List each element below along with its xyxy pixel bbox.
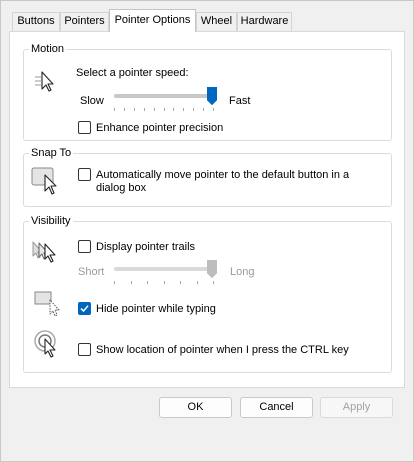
slider-tick xyxy=(164,281,165,284)
slider-tick xyxy=(213,108,214,111)
speed-slow-label: Slow xyxy=(80,95,104,107)
slider-tick xyxy=(203,108,204,111)
snap-to-title: Snap To xyxy=(29,147,74,160)
speed-fast-label: Fast xyxy=(229,95,251,107)
slider-tick xyxy=(124,108,125,111)
tab-panel: Motion Select a pointer speed: Slow Fast… xyxy=(9,31,405,388)
slider-tick xyxy=(131,281,132,284)
pointer-speed-icon xyxy=(35,71,54,92)
visibility-group: Visibility Display pointer trails Short … xyxy=(23,215,392,373)
slider-tick xyxy=(164,108,165,111)
tab-pointer-options[interactable]: Pointer Options xyxy=(109,9,196,32)
apply-button[interactable]: Apply xyxy=(320,397,393,418)
snap-to-label-line2: dialog box xyxy=(96,182,147,194)
hide-pointer-icon xyxy=(34,291,60,317)
pointer-trails-icon xyxy=(32,241,56,263)
motion-group: Motion Select a pointer speed: Slow Fast… xyxy=(23,43,392,141)
snap-to-checkbox[interactable] xyxy=(78,168,91,181)
snap-to-icon xyxy=(31,167,57,195)
hide-pointer-label: Hide pointer while typing xyxy=(96,303,216,315)
enhance-precision-label: Enhance pointer precision xyxy=(96,122,224,134)
slider-tick xyxy=(134,108,135,111)
motion-title: Motion xyxy=(29,43,67,56)
speed-slider-thumb[interactable] xyxy=(207,87,217,105)
trail-short-label: Short xyxy=(78,266,105,278)
locate-pointer-icon xyxy=(34,330,56,358)
slider-tick xyxy=(173,108,174,111)
pointer-trails-label: Display pointer trails xyxy=(96,241,196,253)
slider-tick xyxy=(183,108,184,111)
checkmark-icon xyxy=(80,305,89,313)
hide-pointer-checkbox[interactable] xyxy=(78,302,91,315)
enhance-precision-checkbox[interactable] xyxy=(78,121,91,134)
trail-length-slider-ticks xyxy=(114,281,214,285)
slider-tick xyxy=(154,108,155,111)
trail-long-label: Long xyxy=(230,266,255,278)
speed-slider-track[interactable] xyxy=(114,94,214,98)
tab-pointers[interactable]: Pointers xyxy=(60,12,109,31)
snap-to-group: Snap To Automatically move pointer to th… xyxy=(23,147,392,207)
speed-label: Select a pointer speed: xyxy=(76,67,189,79)
slider-tick xyxy=(213,281,214,284)
visibility-title: Visibility xyxy=(29,215,73,228)
slider-tick xyxy=(193,108,194,111)
slider-tick xyxy=(147,281,148,284)
pointer-trails-checkbox[interactable] xyxy=(78,240,91,253)
tab-wheel[interactable]: Wheel xyxy=(196,12,237,31)
snap-to-label-line1: Automatically move pointer to the defaul… xyxy=(96,169,350,181)
tab-hardware[interactable]: Hardware xyxy=(237,12,292,31)
ok-button[interactable]: OK xyxy=(159,397,232,418)
slider-tick xyxy=(180,281,181,284)
speed-slider-ticks xyxy=(114,108,214,112)
slider-tick xyxy=(114,281,115,284)
slider-tick xyxy=(114,108,115,111)
trail-length-slider-thumb[interactable] xyxy=(207,260,217,278)
cancel-button[interactable]: Cancel xyxy=(240,397,313,418)
show-location-checkbox[interactable] xyxy=(78,343,91,356)
show-location-label: Show location of pointer when I press th… xyxy=(96,344,349,356)
slider-tick xyxy=(144,108,145,111)
trail-length-slider-track[interactable] xyxy=(114,267,214,271)
slider-tick xyxy=(197,281,198,284)
tab-buttons[interactable]: Buttons xyxy=(12,12,60,31)
